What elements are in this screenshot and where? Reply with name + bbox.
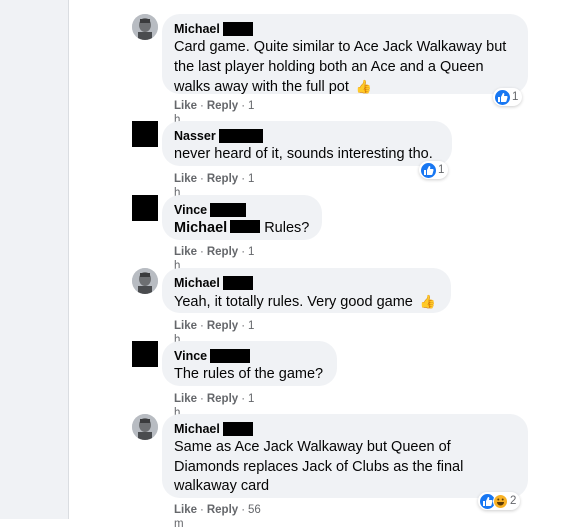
like-button[interactable]: Like [174, 173, 197, 185]
like-button[interactable]: Like [174, 393, 197, 405]
reply-button[interactable]: Reply [207, 320, 238, 332]
avatar[interactable] [132, 195, 158, 221]
reply-button[interactable]: Reply [207, 246, 238, 258]
avatar[interactable] [132, 121, 158, 147]
comment-author[interactable]: Michael [174, 421, 220, 437]
comment-text: Same as Ace Jack Walkaway but Queen of D… [174, 439, 464, 494]
avatar[interactable] [132, 14, 158, 40]
redacted-name [222, 422, 253, 436]
reaction-summary[interactable]: 1 [493, 88, 523, 106]
comment-author[interactable]: Michael [174, 275, 220, 291]
reaction-count: 2 [510, 495, 517, 507]
comment-bubble: Vince Michael Rules? [162, 195, 322, 240]
comment-author[interactable]: Michael [174, 21, 220, 37]
comment-text: The rules of the game? [174, 366, 324, 382]
comment-author[interactable]: Vince [174, 202, 207, 218]
like-button[interactable]: Like [174, 504, 197, 516]
avatar[interactable] [132, 341, 158, 367]
mention-link[interactable]: Michael [174, 220, 227, 236]
reaction-summary[interactable]: 2 [478, 492, 521, 510]
redacted-name [230, 220, 261, 233]
redacted-name [210, 203, 247, 217]
left-gutter [0, 0, 68, 519]
redacted-name [222, 22, 253, 36]
comment-actions: Like · Reply · 56 m [174, 504, 261, 530]
comment-bubble: Michael Yeah, it totally rules. Very goo… [162, 268, 451, 313]
thumbs-up-emoji: 👍 [355, 79, 373, 94]
comment-bubble: Vince The rules of the game? [162, 341, 337, 386]
comment-text: Michael Rules? [174, 220, 310, 236]
reply-button[interactable]: Reply [207, 173, 238, 185]
reply-button[interactable]: Reply [207, 393, 238, 405]
redacted-name [210, 349, 251, 363]
redacted-name [218, 129, 263, 143]
like-button[interactable]: Like [174, 320, 197, 332]
panel-divider [68, 0, 69, 519]
avatar[interactable] [132, 414, 158, 440]
comment-bubble: Michael Card game. Quite similar to Ace … [162, 14, 528, 95]
comment-bubble: Nasser never heard of it, sounds interes… [162, 121, 452, 166]
reaction-summary[interactable]: 1 [419, 161, 449, 179]
comment-text: never heard of it, sounds interesting th… [174, 146, 433, 162]
reaction-count: 1 [512, 91, 519, 103]
reaction-count: 1 [438, 164, 445, 176]
comment-text: Card game. Quite similar to Ace Jack Wal… [174, 39, 507, 95]
comment-author[interactable]: Nasser [174, 128, 216, 144]
thumbs-up-emoji: 👍 [419, 294, 437, 309]
comment-text: Yeah, it totally rules. Very good game 👍 [174, 294, 437, 310]
like-button[interactable]: Like [174, 246, 197, 258]
reply-button[interactable]: Reply [207, 504, 238, 516]
like-button[interactable]: Like [174, 100, 197, 112]
reply-button[interactable]: Reply [207, 100, 238, 112]
redacted-name [222, 276, 253, 290]
haha-reaction-icon [493, 493, 508, 509]
avatar[interactable] [132, 268, 158, 294]
comment-bubble: Michael Same as Ace Jack Walkaway but Qu… [162, 414, 528, 498]
comment-author[interactable]: Vince [174, 348, 207, 364]
like-reaction-icon [421, 162, 436, 178]
like-reaction-icon [495, 89, 510, 105]
